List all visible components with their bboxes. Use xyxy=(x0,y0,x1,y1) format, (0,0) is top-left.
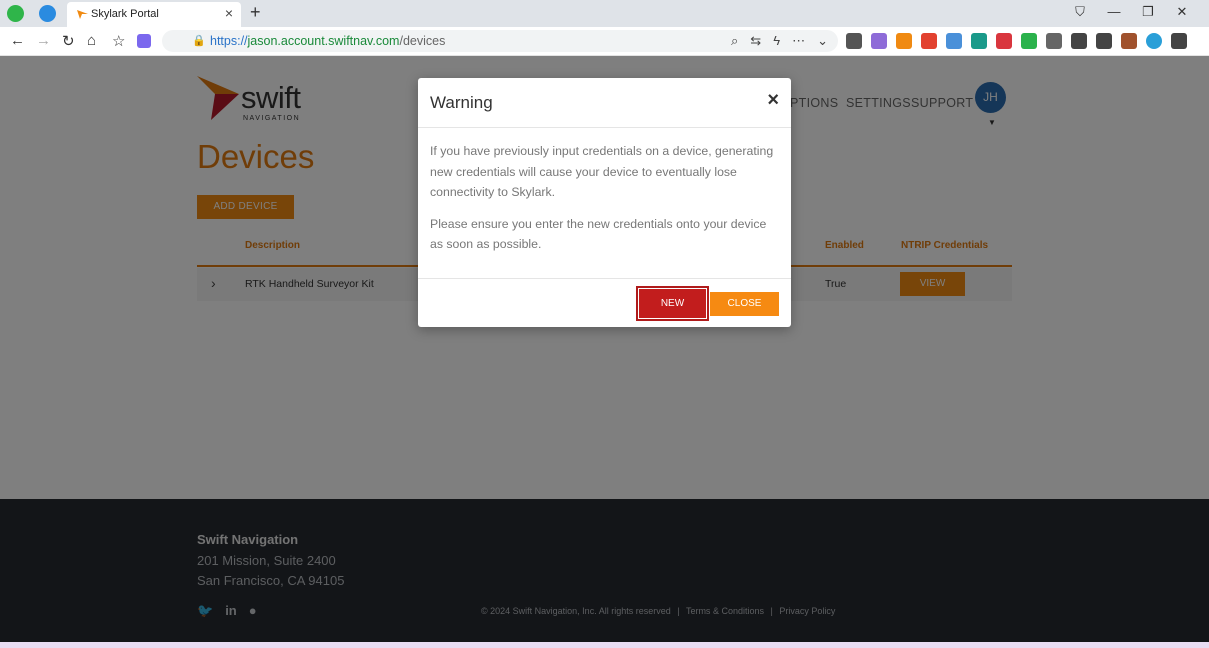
window-close-icon[interactable]: ✕ xyxy=(1165,4,1199,20)
address-bar-actions: ⌕ ⇆ ϟ ⋯ ⌄ xyxy=(731,33,828,49)
extension-red-icon[interactable] xyxy=(996,33,1012,49)
reload-icon[interactable]: ↻ xyxy=(62,32,75,50)
close-button[interactable]: CLOSE xyxy=(710,292,779,316)
lock-icon: 🔒 xyxy=(192,35,206,47)
telegram-icon[interactable] xyxy=(39,5,56,22)
dialog-message: If you have previously input credentials… xyxy=(430,144,774,199)
home-icon[interactable]: ⌂ xyxy=(87,32,96,49)
menu-icon[interactable] xyxy=(1171,33,1187,49)
minimize-icon[interactable]: — xyxy=(1097,4,1131,20)
swift-favicon-icon xyxy=(77,10,88,19)
ai-icon[interactable] xyxy=(137,34,151,48)
close-icon[interactable]: × xyxy=(767,89,779,112)
translate-icon[interactable]: ⇆ xyxy=(750,33,761,49)
tab-close-icon[interactable]: × xyxy=(225,5,233,21)
address-bar[interactable]: 🔒 https://jason.account.swiftnav.com/dev… xyxy=(162,30,838,52)
dialog-title: Warning xyxy=(430,93,493,112)
browser-toolbar: ← → ↻ ⌂ ☆ 🔒 https://jason.account.swiftn… xyxy=(0,27,1209,56)
search-icon[interactable]: ⌕ xyxy=(731,33,738,49)
tab-title: Skylark Portal xyxy=(91,8,159,20)
warning-dialog: Warning × If you have previously input c… xyxy=(418,78,791,327)
puzzle-icon[interactable] xyxy=(1046,33,1062,49)
favorites-icon[interactable]: ☆ xyxy=(112,32,125,50)
dialog-body: If you have previously input credentials… xyxy=(430,141,780,266)
back-icon[interactable]: ← xyxy=(10,32,25,49)
shirt-icon[interactable]: ⛉ xyxy=(1063,4,1097,20)
taskbar-strip xyxy=(0,642,1209,648)
lightning-icon[interactable]: ϟ xyxy=(773,33,780,49)
extension-green-icon[interactable] xyxy=(1021,33,1037,49)
url-text: https://jason.account.swiftnav.com/devic… xyxy=(210,34,446,48)
dialog-footer: NEW CLOSE xyxy=(418,278,791,327)
extension-teal-icon[interactable] xyxy=(971,33,987,49)
forward-icon[interactable]: → xyxy=(36,32,51,49)
window-controls: ⛉ — ❐ ✕ xyxy=(1063,4,1199,20)
new-credentials-button[interactable]: NEW xyxy=(639,289,706,318)
chevron-down-icon[interactable]: ⌄ xyxy=(817,33,828,49)
more-icon[interactable]: ⋯ xyxy=(792,33,805,49)
restore-icon[interactable]: ❐ xyxy=(1131,4,1165,20)
game-icon[interactable] xyxy=(896,33,912,49)
extensions-bar xyxy=(846,33,1187,49)
scissors-icon[interactable] xyxy=(846,33,862,49)
weibo-icon[interactable] xyxy=(921,33,937,49)
browser-tab[interactable]: Skylark Portal × xyxy=(67,2,241,27)
mail-icon[interactable] xyxy=(946,33,962,49)
new-tab-icon[interactable]: + xyxy=(250,2,261,23)
browser-logo-icon[interactable] xyxy=(7,5,24,22)
browser-tabbar: Skylark Portal × + ⛉ — ❐ ✕ xyxy=(0,0,1209,27)
download-icon[interactable] xyxy=(1071,33,1087,49)
briefcase-icon[interactable] xyxy=(1121,33,1137,49)
edge-icon[interactable] xyxy=(1146,33,1162,49)
undo-icon[interactable] xyxy=(1096,33,1112,49)
dialog-message-secondary: Please ensure you enter the new credenti… xyxy=(430,216,767,252)
dialog-header: Warning × xyxy=(418,78,791,128)
extension-purple-icon[interactable] xyxy=(871,33,887,49)
